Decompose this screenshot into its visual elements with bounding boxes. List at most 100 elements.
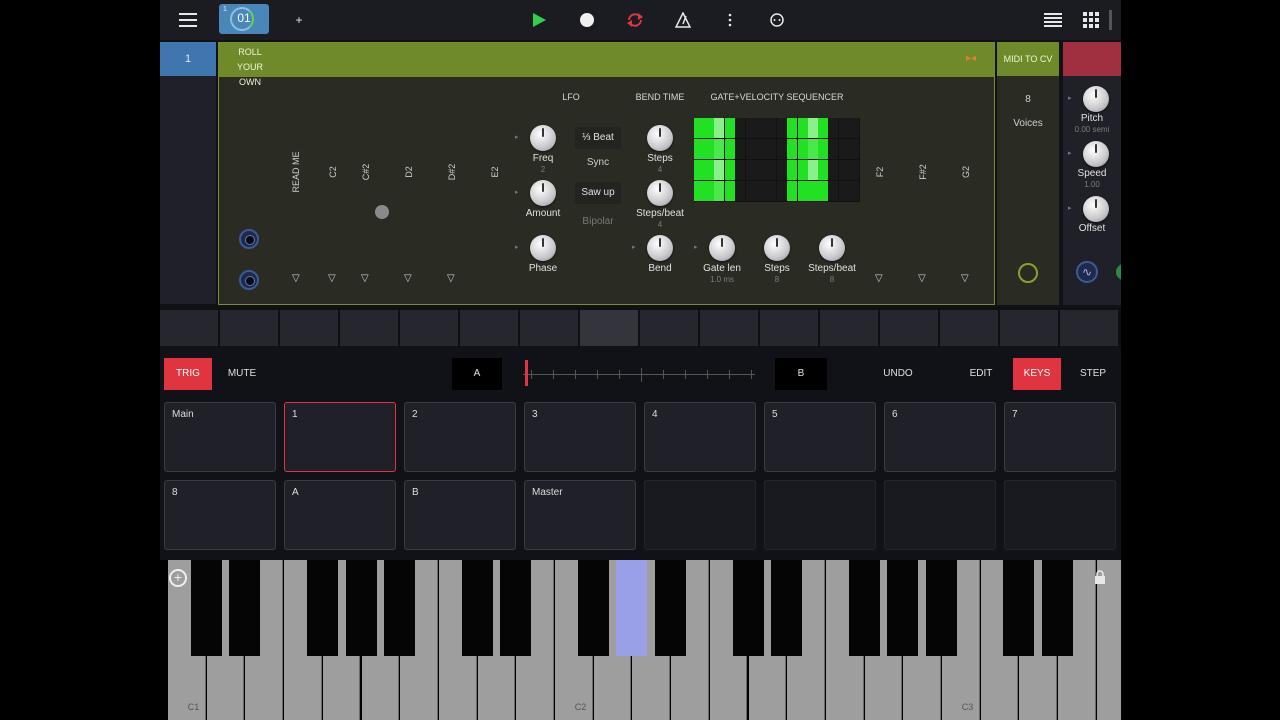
black-key[interactable] bbox=[1042, 560, 1074, 656]
phase-knob[interactable] bbox=[530, 235, 556, 261]
pad[interactable] bbox=[644, 480, 756, 550]
pad[interactable] bbox=[884, 480, 996, 550]
beat-division-button[interactable]: ⅓ Beat bbox=[575, 127, 621, 149]
step-button[interactable]: STEP bbox=[1069, 358, 1117, 390]
sequencer-step-cell[interactable] bbox=[787, 118, 797, 138]
sequencer-step-cell[interactable] bbox=[839, 139, 849, 159]
black-key[interactable] bbox=[732, 560, 764, 656]
clip-slot[interactable] bbox=[520, 310, 578, 346]
clip-slot[interactable] bbox=[460, 310, 518, 346]
sequencer-step-cell[interactable] bbox=[808, 160, 818, 180]
clock-jack-icon[interactable] bbox=[239, 270, 259, 290]
sequencer-step-cell[interactable] bbox=[798, 118, 808, 138]
sequencer-step-cell[interactable] bbox=[735, 181, 745, 201]
midi-output-jack-icon[interactable] bbox=[1018, 263, 1038, 283]
sequencer-step-cell[interactable] bbox=[766, 118, 776, 138]
play-icon[interactable] bbox=[527, 8, 551, 32]
freq-knob[interactable] bbox=[530, 125, 556, 151]
pad[interactable]: 1 bbox=[284, 402, 396, 472]
clip-slot[interactable] bbox=[400, 310, 458, 346]
pad[interactable]: 4 bbox=[644, 402, 756, 472]
sequencer-step-cell[interactable] bbox=[694, 118, 704, 138]
sequencer-step-cell[interactable] bbox=[828, 118, 838, 138]
crossfader-slider[interactable] bbox=[515, 358, 757, 390]
black-key[interactable] bbox=[461, 560, 493, 656]
voices-value[interactable]: 8 bbox=[997, 94, 1059, 105]
sequencer-step-cell[interactable] bbox=[704, 118, 714, 138]
clip-slot[interactable] bbox=[160, 310, 218, 346]
sequencer-step-cell[interactable] bbox=[849, 160, 859, 180]
pad[interactable]: Main bbox=[164, 402, 276, 472]
pitch-knob[interactable] bbox=[1083, 86, 1109, 112]
sync-label[interactable]: Sync bbox=[575, 157, 621, 168]
black-key[interactable] bbox=[229, 560, 261, 656]
sequencer-step-cell[interactable] bbox=[839, 181, 849, 201]
sequencer-step-cell[interactable] bbox=[849, 139, 859, 159]
note-trigger-triangle-icon[interactable]: ▽ bbox=[328, 273, 336, 284]
sequencer-step-cell[interactable] bbox=[766, 181, 776, 201]
black-key[interactable] bbox=[345, 560, 377, 656]
black-key[interactable] bbox=[616, 560, 648, 656]
sequencer-step-cell[interactable] bbox=[735, 118, 745, 138]
pad[interactable]: 8 bbox=[164, 480, 276, 550]
steps-per-beat-knob[interactable] bbox=[647, 180, 673, 206]
sequencer-step-cell[interactable] bbox=[725, 160, 735, 180]
sequencer-step-cell[interactable] bbox=[714, 160, 724, 180]
sequencer-step-cell[interactable] bbox=[828, 139, 838, 159]
sequencer-step-cell[interactable] bbox=[714, 118, 724, 138]
sequencer-step-cell[interactable] bbox=[777, 181, 787, 201]
sequencer-step-cell[interactable] bbox=[694, 139, 704, 159]
sequencer-step-cell[interactable] bbox=[798, 181, 808, 201]
midi-to-cv-title[interactable]: MIDI TO CV bbox=[997, 42, 1059, 76]
pad[interactable]: 3 bbox=[524, 402, 636, 472]
third-module-title-bar[interactable] bbox=[1063, 42, 1121, 76]
clip-slot[interactable] bbox=[880, 310, 938, 346]
sequencer-step-cell[interactable] bbox=[704, 139, 714, 159]
hamburger-menu-icon[interactable] bbox=[176, 8, 200, 32]
sequencer-step-cell[interactable] bbox=[694, 181, 704, 201]
sequencer-step-cell[interactable] bbox=[735, 139, 745, 159]
sequencer-step-cell[interactable] bbox=[787, 139, 797, 159]
sequencer-step-cell[interactable] bbox=[808, 118, 818, 138]
clip-slot[interactable] bbox=[1000, 310, 1058, 346]
device-title-bar[interactable]: ROLL YOUR OWN ▸◂ bbox=[219, 43, 994, 87]
edit-button[interactable]: EDIT bbox=[957, 358, 1005, 390]
black-key[interactable] bbox=[926, 560, 957, 656]
loop-icon[interactable] bbox=[623, 8, 647, 32]
sequencer-step-cell[interactable] bbox=[777, 118, 787, 138]
sequencer-step-cell[interactable] bbox=[787, 181, 797, 201]
black-key[interactable] bbox=[577, 560, 609, 656]
list-view-icon[interactable] bbox=[1041, 8, 1065, 32]
sequencer-step-cell[interactable] bbox=[714, 139, 724, 159]
sequencer-step-cell[interactable] bbox=[808, 181, 818, 201]
black-key[interactable] bbox=[1003, 560, 1035, 656]
sequencer-step-cell[interactable] bbox=[725, 118, 735, 138]
black-key[interactable] bbox=[771, 560, 803, 656]
mute-button[interactable]: MUTE bbox=[218, 358, 266, 390]
sequencer-step-cell[interactable] bbox=[818, 139, 828, 159]
sequencer-step-cell[interactable] bbox=[704, 181, 714, 201]
black-key[interactable] bbox=[848, 560, 880, 656]
crossfader-handle[interactable] bbox=[525, 360, 528, 386]
metronome-icon[interactable] bbox=[671, 8, 695, 32]
sequencer-step-cell[interactable] bbox=[725, 181, 735, 201]
pad[interactable]: 6 bbox=[884, 402, 996, 472]
sequencer-step-cell[interactable] bbox=[746, 118, 756, 138]
sequencer-step-cell[interactable] bbox=[735, 160, 745, 180]
clip-slot[interactable] bbox=[280, 310, 338, 346]
sequencer-step-cell[interactable] bbox=[828, 160, 838, 180]
black-key[interactable] bbox=[655, 560, 687, 656]
more-options-icon[interactable] bbox=[718, 8, 742, 32]
sequencer-step-cell[interactable] bbox=[704, 160, 714, 180]
sine-wave-output-icon[interactable]: ∿ bbox=[1076, 261, 1098, 283]
pad[interactable] bbox=[764, 480, 876, 550]
grid-view-icon[interactable] bbox=[1079, 8, 1103, 32]
gate-velocity-sequencer-grid[interactable] bbox=[694, 118, 860, 202]
position-dot[interactable] bbox=[375, 205, 389, 219]
sequencer-step-cell[interactable] bbox=[725, 139, 735, 159]
sequencer-step-cell[interactable] bbox=[849, 118, 859, 138]
green-jack-icon[interactable] bbox=[1116, 264, 1121, 280]
sequencer-step-cell[interactable] bbox=[694, 160, 704, 180]
sequencer-step-cell[interactable] bbox=[828, 181, 838, 201]
bend-knob[interactable] bbox=[647, 235, 673, 261]
